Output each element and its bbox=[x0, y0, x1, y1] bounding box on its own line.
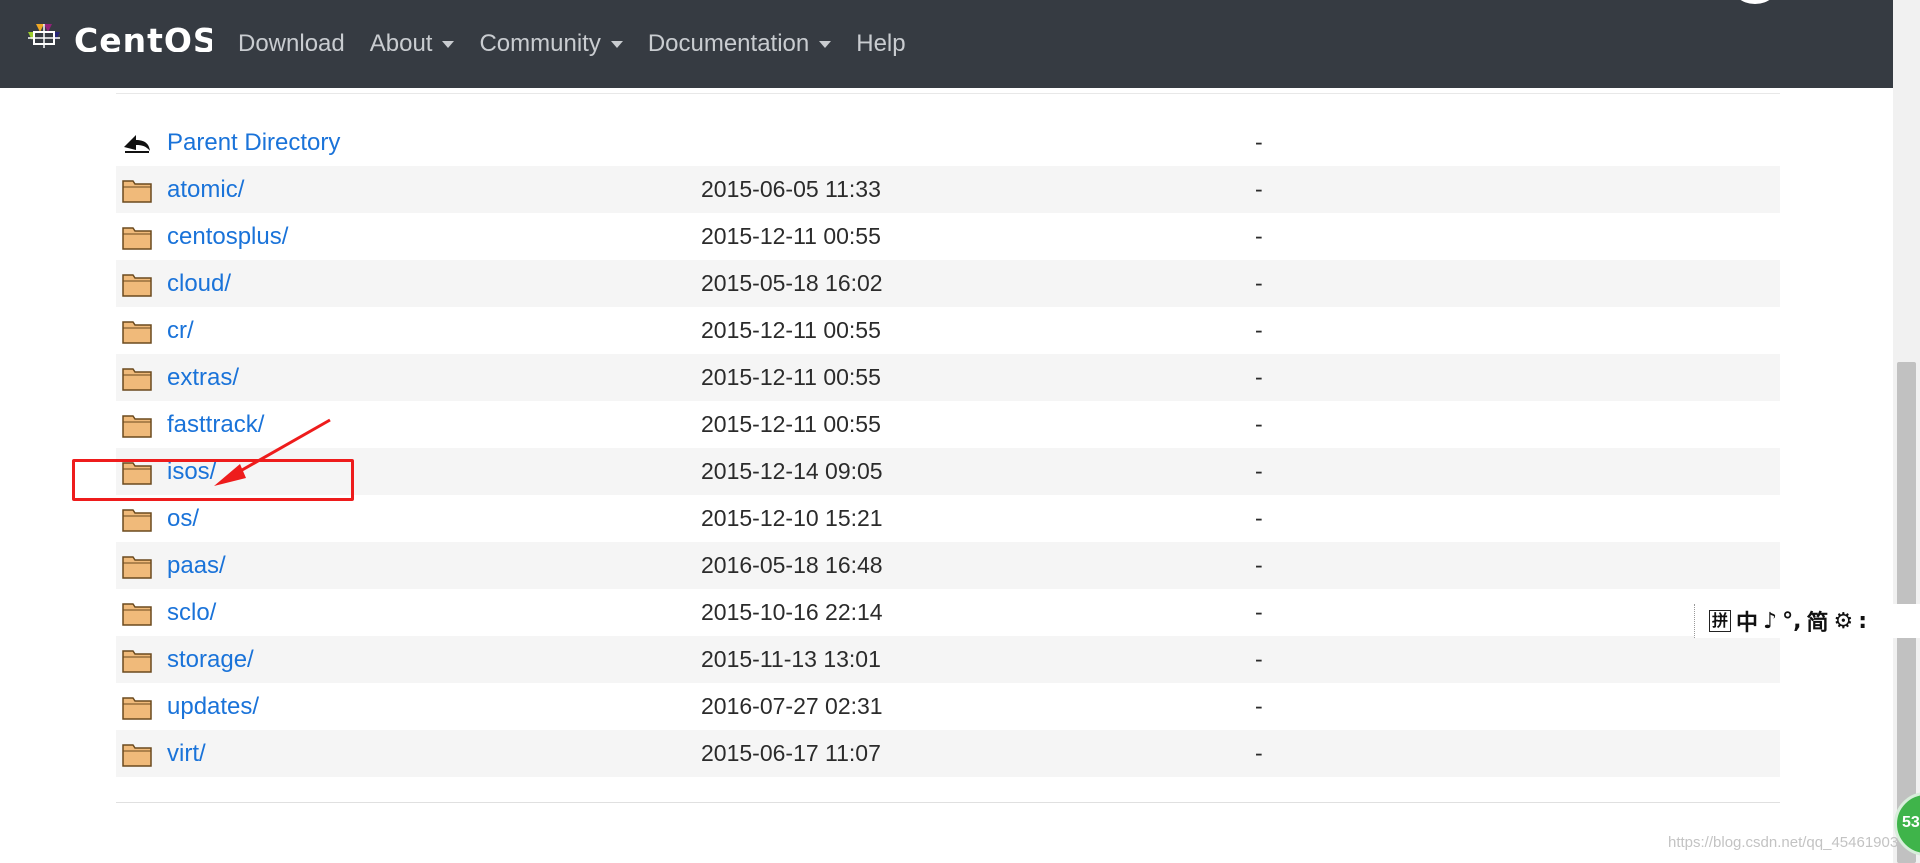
row-size: - bbox=[1255, 270, 1263, 296]
nav-download-label: Download bbox=[238, 30, 345, 57]
caret-down-icon bbox=[442, 40, 455, 48]
parent-directory-link[interactable]: Parent Directory bbox=[167, 119, 340, 166]
moon-icon[interactable]: ♪ bbox=[1763, 609, 1777, 634]
row-size: - bbox=[1255, 411, 1263, 437]
simplified-icon[interactable]: 简 bbox=[1806, 605, 1828, 637]
row-size: - bbox=[1255, 176, 1263, 202]
more-icon[interactable]: : bbox=[1858, 609, 1867, 634]
divider-top bbox=[116, 93, 1780, 94]
directory-listing: Parent Directory - atomic/ 2015-06-05 11… bbox=[116, 119, 1780, 777]
row-date: 2015-05-18 16:02 bbox=[701, 270, 883, 296]
table-row-os: os/ 2015-12-10 15:21 - bbox=[116, 495, 1780, 542]
row-date: 2015-10-16 22:14 bbox=[701, 599, 883, 625]
folder-icon[interactable] bbox=[122, 365, 152, 391]
folder-link-centosplus[interactable]: centosplus/ bbox=[167, 213, 288, 260]
caret-down-icon bbox=[610, 40, 623, 48]
folder-icon[interactable] bbox=[122, 600, 152, 626]
folder-link-paas[interactable]: paas/ bbox=[167, 542, 226, 589]
folder-link-sclo[interactable]: sclo/ bbox=[167, 589, 216, 636]
row-date: 2016-05-18 16:48 bbox=[701, 552, 883, 578]
row-size: - bbox=[1255, 129, 1263, 155]
folder-link-storage[interactable]: storage/ bbox=[167, 636, 254, 683]
row-date: 2015-11-13 13:01 bbox=[701, 646, 881, 672]
table-row-cloud: cloud/ 2015-05-18 16:02 - bbox=[116, 260, 1780, 307]
row-date: 2015-12-14 09:05 bbox=[701, 458, 883, 484]
row-date: 2016-07-27 02:31 bbox=[701, 693, 883, 719]
punctuation-icon[interactable]: °, bbox=[1782, 609, 1801, 634]
table-row-virt: virt/ 2015-06-17 11:07 - bbox=[116, 730, 1780, 777]
folder-icon[interactable] bbox=[122, 177, 152, 203]
nav-community[interactable]: Community bbox=[479, 30, 623, 58]
folder-link-cloud[interactable]: cloud/ bbox=[167, 260, 231, 307]
row-size: - bbox=[1255, 458, 1263, 484]
ime-toolbar: 拼 中 ♪ °, 简 ⚙ : bbox=[1694, 604, 1920, 638]
top-navbar: CentOS Download About Community Document… bbox=[0, 0, 1893, 88]
pinyin-icon[interactable]: 拼 bbox=[1709, 610, 1732, 632]
chinese-mode-icon[interactable]: 中 bbox=[1736, 605, 1758, 637]
folder-icon[interactable] bbox=[122, 224, 152, 250]
nav-help[interactable]: Help bbox=[856, 30, 905, 58]
row-size: - bbox=[1255, 646, 1263, 672]
folder-icon[interactable] bbox=[122, 553, 152, 579]
nav-help-label: Help bbox=[856, 30, 906, 57]
nav-documentation-label: Documentation bbox=[647, 30, 810, 57]
caret-down-icon bbox=[819, 40, 832, 48]
table-row-paas: paas/ 2016-05-18 16:48 - bbox=[116, 542, 1780, 589]
table-row-storage: storage/ 2015-11-13 13:01 - bbox=[116, 636, 1780, 683]
folder-link-extras[interactable]: extras/ bbox=[167, 354, 239, 401]
row-size: - bbox=[1255, 505, 1263, 531]
table-row-extras: extras/ 2015-12-11 00:55 - bbox=[116, 354, 1780, 401]
centos-logo-icon bbox=[28, 24, 60, 48]
folder-icon[interactable] bbox=[122, 412, 152, 438]
folder-icon[interactable] bbox=[122, 694, 152, 720]
nav-about[interactable]: About bbox=[370, 30, 455, 58]
table-row-updates: updates/ 2016-07-27 02:31 - bbox=[116, 683, 1780, 730]
row-size: - bbox=[1255, 693, 1263, 719]
nav-download[interactable]: Download bbox=[238, 30, 345, 58]
table-row-isos: isos/ 2015-12-14 09:05 - bbox=[116, 448, 1780, 495]
folder-icon[interactable] bbox=[122, 271, 152, 297]
brand-name: CentOS bbox=[74, 22, 212, 52]
notification-badge-count: 53 bbox=[1902, 814, 1920, 831]
navbar-avatar-partial[interactable] bbox=[1730, 0, 1780, 4]
nav-documentation[interactable]: Documentation bbox=[647, 30, 832, 58]
row-size: - bbox=[1255, 599, 1263, 625]
nav-about-label: About bbox=[369, 30, 433, 57]
back-arrow-icon[interactable] bbox=[122, 130, 152, 156]
row-date: 2015-12-11 00:55 bbox=[701, 364, 881, 390]
row-size: - bbox=[1255, 317, 1263, 343]
row-size: - bbox=[1255, 223, 1263, 249]
folder-icon[interactable] bbox=[122, 318, 152, 344]
row-date: 2015-12-11 00:55 bbox=[701, 223, 881, 249]
row-size: - bbox=[1255, 364, 1263, 390]
divider-bottom bbox=[116, 802, 1780, 803]
table-row-cr: cr/ 2015-12-11 00:55 - bbox=[116, 307, 1780, 354]
table-row-parent-directory: Parent Directory - bbox=[116, 119, 1780, 166]
row-size: - bbox=[1255, 552, 1263, 578]
nav-community-label: Community bbox=[479, 30, 601, 57]
table-row-fasttrack: fasttrack/ 2015-12-11 00:55 - bbox=[116, 401, 1780, 448]
row-date: 2015-12-11 00:55 bbox=[701, 317, 881, 343]
row-size: - bbox=[1255, 740, 1263, 766]
table-row-sclo: sclo/ 2015-10-16 22:14 - bbox=[116, 589, 1780, 636]
folder-link-atomic[interactable]: atomic/ bbox=[167, 166, 244, 213]
folder-icon[interactable] bbox=[122, 741, 152, 767]
table-row-atomic: atomic/ 2015-06-05 11:33 - bbox=[116, 166, 1780, 213]
table-row-centosplus: centosplus/ 2015-12-11 00:55 - bbox=[116, 213, 1780, 260]
settings-icon[interactable]: ⚙ bbox=[1833, 609, 1853, 634]
centos-logo[interactable]: CentOS bbox=[24, 22, 212, 52]
folder-icon[interactable] bbox=[122, 506, 152, 532]
row-date: 2015-12-11 00:55 bbox=[701, 411, 881, 437]
folder-link-updates[interactable]: updates/ bbox=[167, 683, 259, 730]
annotation-arrow-icon bbox=[214, 418, 331, 486]
folder-icon[interactable] bbox=[122, 647, 152, 673]
folder-link-cr[interactable]: cr/ bbox=[167, 307, 194, 354]
row-date: 2015-06-17 11:07 bbox=[701, 740, 881, 766]
watermark: https://blog.csdn.net/qq_45461903 bbox=[1668, 834, 1899, 851]
folder-link-virt[interactable]: virt/ bbox=[167, 730, 206, 777]
nav-links: Download About Community Documentation H… bbox=[238, 0, 931, 88]
row-date: 2015-12-10 15:21 bbox=[701, 505, 883, 531]
row-date: 2015-06-05 11:33 bbox=[701, 176, 881, 202]
folder-link-os[interactable]: os/ bbox=[167, 495, 199, 542]
